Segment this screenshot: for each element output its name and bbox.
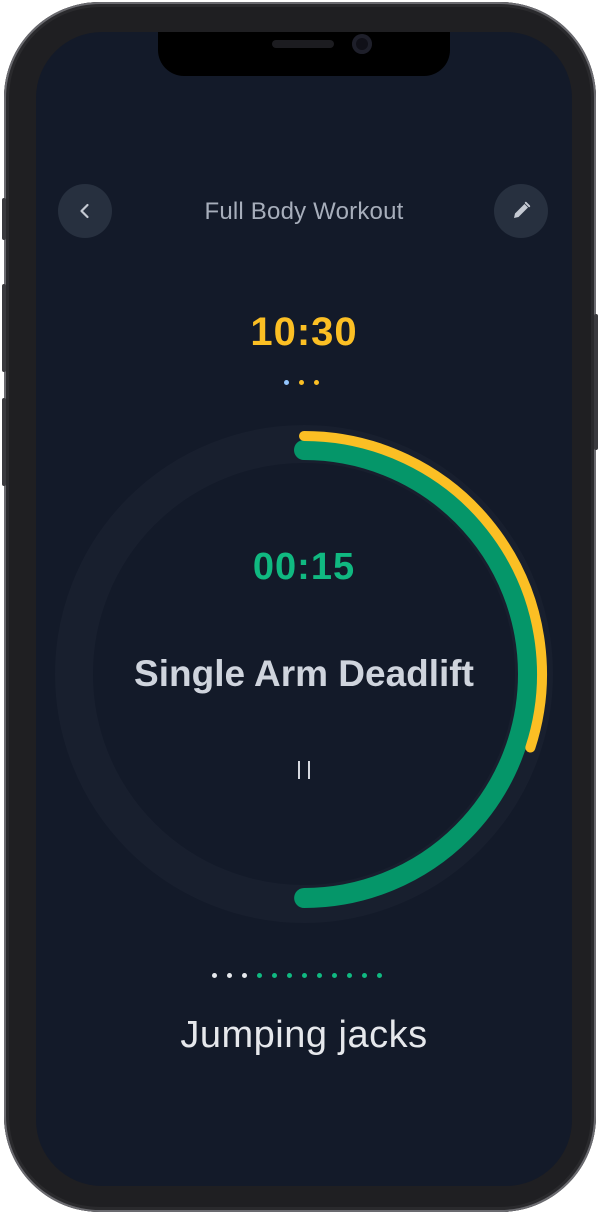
progress-ring <box>55 425 553 923</box>
exercise-dot-1 <box>212 973 217 978</box>
exercise-dot-11 <box>362 973 367 978</box>
exercise-dot-12 <box>377 973 382 978</box>
exercise-progress-dots <box>212 973 382 978</box>
exercise-dot-4 <box>257 973 262 978</box>
exercise-time-remaining: 00:15 <box>252 546 356 588</box>
exercise-dot-6 <box>287 973 292 978</box>
exercise-dot-2 <box>227 973 232 978</box>
phone-frame: Full Body Workout 10:30 00:15 Single Arm… <box>2 2 598 1212</box>
next-exercise-name: Jumping jacks <box>180 1014 428 1056</box>
exercise-dot-3 <box>242 973 247 978</box>
pause-button[interactable] <box>284 754 324 786</box>
mute-switch <box>2 198 6 240</box>
volume-down-button <box>2 398 6 486</box>
current-exercise-name: Single Arm Deadlift <box>134 653 474 694</box>
exercise-dot-9 <box>332 973 337 978</box>
exercise-dot-7 <box>302 973 307 978</box>
exercise-dot-10 <box>347 973 352 978</box>
exercise-dot-5 <box>272 973 277 978</box>
exercise-dot-8 <box>317 973 322 978</box>
app-screen: Full Body Workout 10:30 00:15 Single Arm… <box>36 32 572 1186</box>
pause-icon <box>298 761 300 779</box>
volume-up-button <box>2 284 6 372</box>
pause-icon-bar <box>308 761 310 779</box>
power-button <box>594 314 598 450</box>
